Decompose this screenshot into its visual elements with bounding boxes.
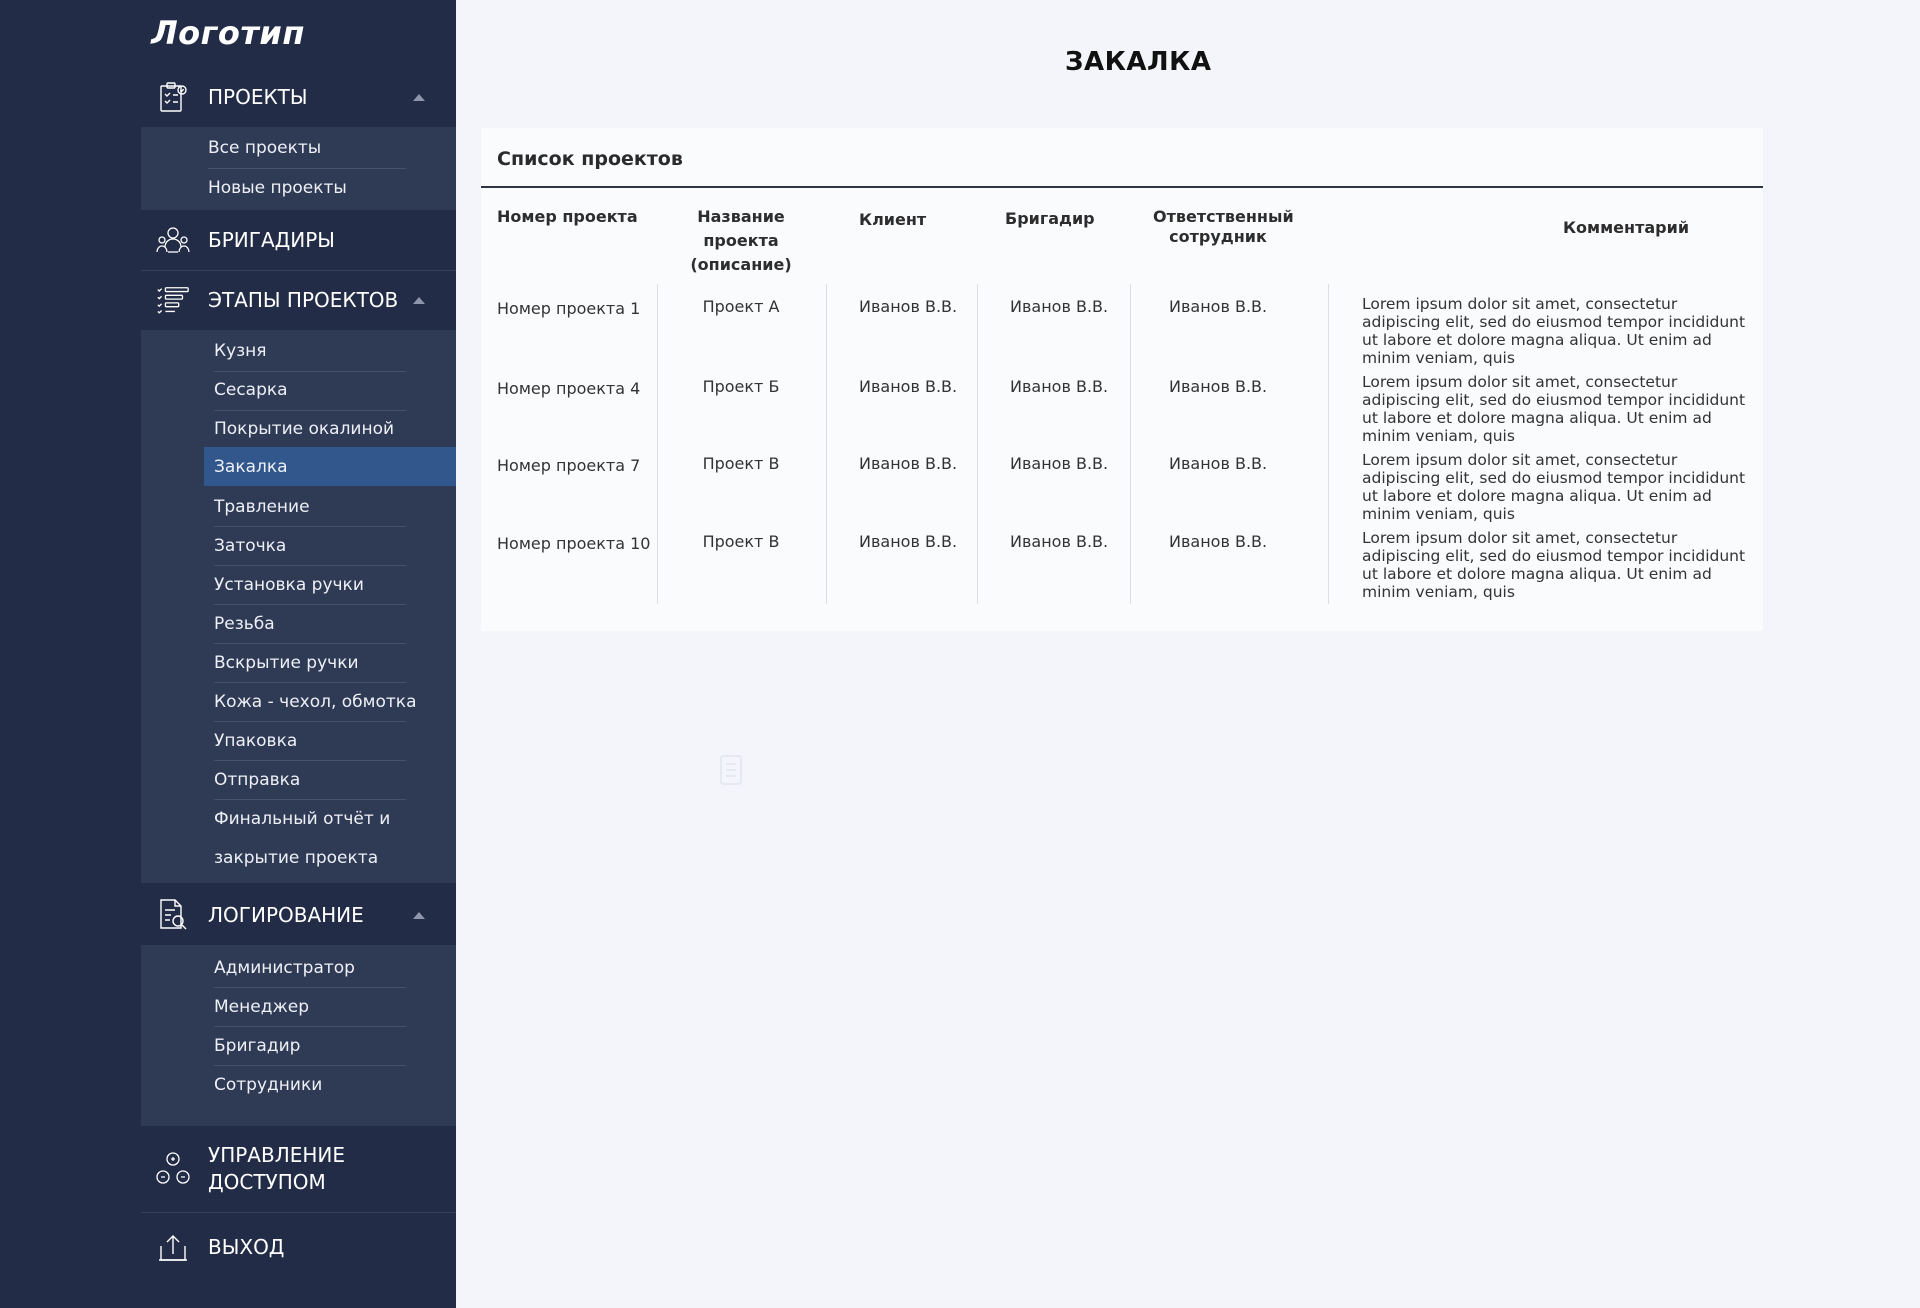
- nav-section-title: ВЫХОД: [208, 1235, 285, 1259]
- table-cell-comment: Lorem ipsum dolor sit amet, consectetur …: [1362, 373, 1746, 445]
- table-cell-client: Иванов В.В.: [859, 532, 958, 551]
- table-cell-comment: Lorem ipsum dolor sit amet, consectetur …: [1362, 451, 1746, 523]
- nav-section-logout[interactable]: ВЫХОД: [141, 1212, 456, 1282]
- sidebar-item-stage[interactable]: Сесарка: [214, 370, 288, 409]
- column-header-client: Клиент: [859, 210, 927, 229]
- table-cell-foreman: Иванов В.В.: [1010, 377, 1109, 396]
- sidebar-item-log-foreman[interactable]: Бригадир: [214, 1026, 300, 1065]
- team-icon: [155, 222, 191, 258]
- column-divider: [1328, 284, 1329, 604]
- stages-submenu: Кузня Сесарка Покрытие окалиной Закалка …: [141, 330, 456, 883]
- projects-card: Список проектов Номер проекта Название п…: [481, 128, 1763, 631]
- table-cell-foreman: Иванов В.В.: [1010, 454, 1109, 473]
- sidebar-item-stage-active[interactable]: Закалка: [204, 447, 456, 486]
- column-header-name-line1: Название проекта: [697, 207, 785, 250]
- nav-section-title-line1: УПРАВЛЕНИЕ: [208, 1143, 346, 1167]
- column-header-name: Название проекта (описание): [661, 205, 821, 277]
- logout-icon: [155, 1230, 191, 1266]
- table-cell-name[interactable]: Проект А: [661, 297, 821, 316]
- table-cell-number[interactable]: Номер проекта 4: [497, 379, 640, 398]
- table-cell-number[interactable]: Номер проекта 7: [497, 456, 640, 475]
- nav-section-title: ЭТАПЫ ПРОЕКТОВ: [208, 288, 399, 312]
- checklist-icon: [155, 283, 191, 319]
- column-divider: [977, 284, 978, 604]
- table-cell-name[interactable]: Проект В: [661, 532, 821, 551]
- column-header-foreman: Бригадир: [1005, 209, 1095, 228]
- column-header-number: Номер проекта: [497, 207, 638, 226]
- sidebar-item-stage[interactable]: Травление: [214, 487, 310, 526]
- table-cell-foreman: Иванов В.В.: [1010, 297, 1109, 316]
- sidebar-item-stage[interactable]: Отправка: [214, 760, 300, 799]
- table-cell-responsible: Иванов В.В.: [1169, 377, 1268, 396]
- table-cell-name[interactable]: Проект В: [661, 454, 821, 473]
- projects-submenu: Все проекты Новые проекты: [141, 127, 456, 210]
- sidebar-item-log-admin[interactable]: Администратор: [214, 948, 355, 987]
- sidebar-item-stage[interactable]: Заточка: [214, 526, 286, 565]
- watermark-icon: [718, 752, 744, 793]
- card-title: Список проектов: [497, 148, 683, 170]
- sidebar-item-log-employees[interactable]: Сотрудники: [214, 1065, 322, 1104]
- nav-section-access[interactable]: УПРАВЛЕНИЕ ДОСТУПОМ: [141, 1126, 456, 1212]
- caret-up-icon[interactable]: [413, 911, 425, 919]
- nav-section-title: ПРОЕКТЫ: [208, 84, 308, 109]
- nav-section-stages[interactable]: ЭТАПЫ ПРОЕКТОВ: [141, 270, 456, 330]
- clipboard-icon: [155, 79, 191, 115]
- table-cell-number[interactable]: Номер проекта 10: [497, 534, 650, 553]
- table-cell-name[interactable]: Проект Б: [661, 377, 821, 396]
- table-cell-responsible: Иванов В.В.: [1169, 297, 1268, 316]
- table-cell-responsible: Иванов В.В.: [1169, 532, 1268, 551]
- table-cell-number[interactable]: Номер проекта 1: [497, 299, 640, 318]
- page-title: ЗАКАЛКА: [1065, 47, 1212, 77]
- table-cell-client: Иванов В.В.: [859, 297, 958, 316]
- column-divider: [1130, 284, 1131, 604]
- divider: [481, 186, 1763, 188]
- nav-section-foremen[interactable]: БРИГАДИРЫ: [141, 210, 456, 270]
- table-cell-comment: Lorem ipsum dolor sit amet, consectetur …: [1362, 295, 1746, 367]
- table-cell-comment: Lorem ipsum dolor sit amet, consectetur …: [1362, 529, 1746, 601]
- sidebar-item-stage[interactable]: Упаковка: [214, 721, 297, 760]
- column-header-responsible-line1: Ответственный: [1153, 207, 1294, 226]
- access-icon: [155, 1151, 191, 1187]
- table-cell-foreman: Иванов В.В.: [1010, 532, 1109, 551]
- logging-submenu: Администратор Менеджер Бригадир Сотрудни…: [141, 945, 456, 1126]
- sidebar-item-stage-final-line2[interactable]: закрытие проекта: [214, 838, 378, 877]
- nav-section-title: БРИГАДИРЫ: [208, 227, 335, 252]
- column-header-name-line2: (описание): [690, 255, 792, 274]
- column-header-responsible: Ответственный сотрудник: [1153, 207, 1294, 247]
- sidebar-item-stage[interactable]: Кожа - чехол, обмотка: [214, 682, 416, 721]
- sidebar-item-stage[interactable]: Установка ручки: [214, 565, 364, 604]
- nav-section-title: ЛОГИРОВАНИЕ: [208, 902, 364, 927]
- sidebar-item-all-projects[interactable]: Все проекты: [208, 128, 321, 167]
- nav-section-logging[interactable]: ЛОГИРОВАНИЕ: [141, 885, 456, 945]
- column-divider: [657, 284, 658, 604]
- log-search-icon: [155, 897, 191, 933]
- sidebar-item-stage-final-line1[interactable]: Финальный отчёт и: [214, 799, 390, 838]
- column-divider: [826, 284, 827, 604]
- caret-up-icon[interactable]: [413, 93, 425, 101]
- column-header-comment: Комментарий: [1562, 218, 1690, 237]
- caret-up-icon[interactable]: [413, 297, 425, 304]
- column-header-responsible-line2: сотрудник: [1169, 227, 1267, 246]
- sidebar-item-log-manager[interactable]: Менеджер: [214, 987, 309, 1026]
- sidebar: Логотип ПРОЕКТЫ Все проекты Новые проект…: [0, 0, 456, 1308]
- logo[interactable]: Логотип: [0, 14, 456, 52]
- sidebar-item-stage[interactable]: Покрытие окалиной: [214, 409, 394, 448]
- sidebar-item-stage[interactable]: Резьба: [214, 604, 275, 643]
- table-cell-client: Иванов В.В.: [859, 377, 958, 396]
- table-cell-responsible: Иванов В.В.: [1169, 454, 1268, 473]
- nav-section-title-line2: ДОСТУПОМ: [208, 1170, 326, 1194]
- sidebar-item-stage[interactable]: Вскрытие ручки: [214, 643, 359, 682]
- nav-section-projects[interactable]: ПРОЕКТЫ: [141, 67, 456, 127]
- sidebar-item-new-projects[interactable]: Новые проекты: [208, 168, 347, 207]
- sidebar-item-stage[interactable]: Кузня: [214, 331, 456, 370]
- table-cell-client: Иванов В.В.: [859, 454, 958, 473]
